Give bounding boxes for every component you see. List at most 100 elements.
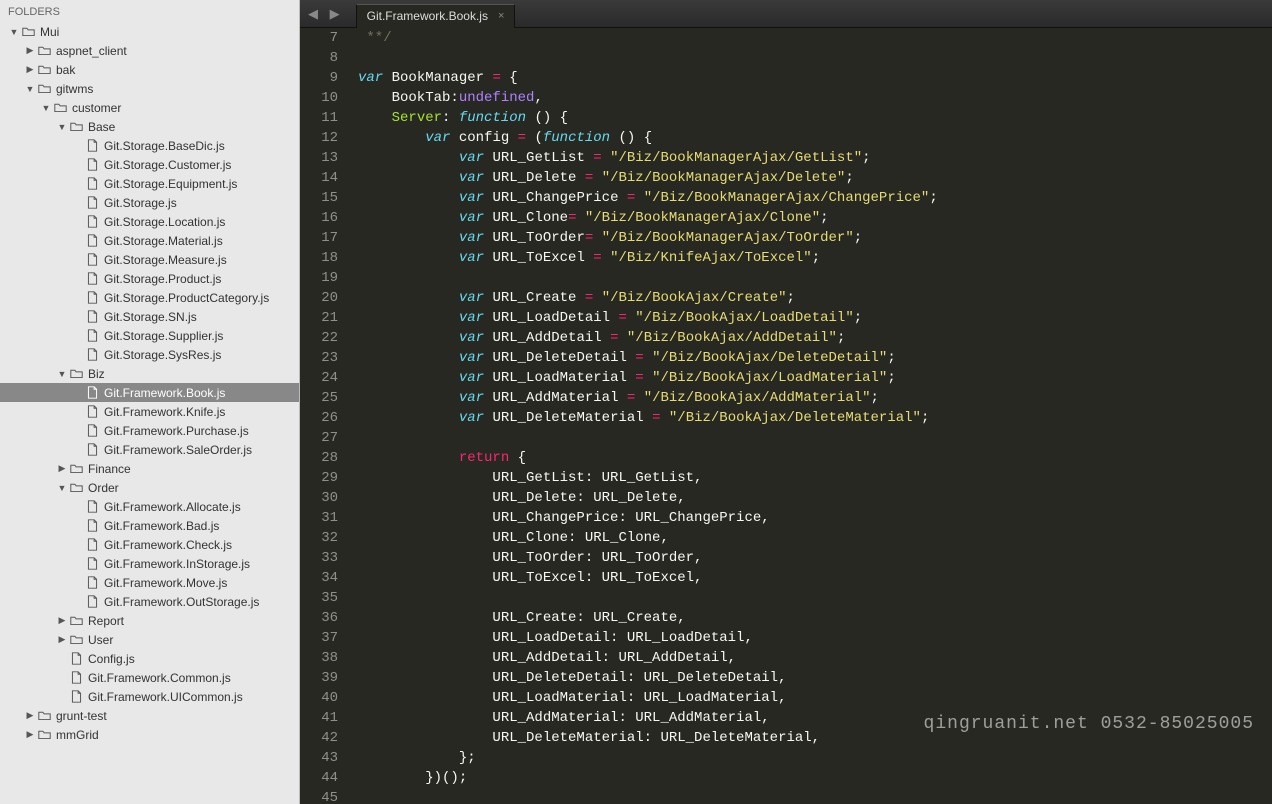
file-item[interactable]: Git.Storage.Customer.js	[0, 155, 299, 174]
chevron-down-icon[interactable]: ▼	[8, 27, 20, 37]
file-item[interactable]: Git.Storage.Product.js	[0, 269, 299, 288]
code-line[interactable]: 37 URL_LoadDetail: URL_LoadDetail,	[300, 628, 1272, 648]
code-line[interactable]: 15 var URL_ChangePrice = "/Biz/BookManag…	[300, 188, 1272, 208]
code-line[interactable]: 27	[300, 428, 1272, 448]
code-line[interactable]: 16 var URL_Clone= "/Biz/BookManagerAjax/…	[300, 208, 1272, 228]
chevron-right-icon[interactable]: ▶	[24, 729, 36, 740]
code-content[interactable]: Server: function () {	[352, 108, 568, 128]
code-content[interactable]	[352, 588, 358, 608]
file-item[interactable]: Git.Storage.Location.js	[0, 212, 299, 231]
folder-item[interactable]: ▼Biz	[0, 364, 299, 383]
code-line[interactable]: 20 var URL_Create = "/Biz/BookAjax/Creat…	[300, 288, 1272, 308]
folder-item[interactable]: ▶mmGrid	[0, 725, 299, 744]
code-content[interactable]: var URL_DeleteDetail = "/Biz/BookAjax/De…	[352, 348, 896, 368]
code-content[interactable]: };	[352, 748, 476, 768]
code-line[interactable]: 42 URL_DeleteMaterial: URL_DeleteMateria…	[300, 728, 1272, 748]
tab-close-icon[interactable]: ×	[498, 10, 504, 22]
file-item[interactable]: Git.Storage.Supplier.js	[0, 326, 299, 345]
chevron-down-icon[interactable]: ▼	[56, 369, 68, 379]
code-line[interactable]: 10 BookTab:undefined,	[300, 88, 1272, 108]
file-item[interactable]: Config.js	[0, 649, 299, 668]
file-item[interactable]: Git.Framework.Allocate.js	[0, 497, 299, 516]
code-line[interactable]: 13 var URL_GetList = "/Biz/BookManagerAj…	[300, 148, 1272, 168]
file-item[interactable]: Git.Framework.OutStorage.js	[0, 592, 299, 611]
code-content[interactable]: var URL_LoadDetail = "/Biz/BookAjax/Load…	[352, 308, 862, 328]
code-line[interactable]: 28 return {	[300, 448, 1272, 468]
folder-item[interactable]: ▼Mui	[0, 22, 299, 41]
file-item[interactable]: Git.Framework.Bad.js	[0, 516, 299, 535]
code-line[interactable]: 7 **/	[300, 28, 1272, 48]
file-item[interactable]: Git.Framework.UICommon.js	[0, 687, 299, 706]
file-item[interactable]: Git.Framework.Move.js	[0, 573, 299, 592]
code-content[interactable]: var URL_AddMaterial = "/Biz/BookAjax/Add…	[352, 388, 879, 408]
chevron-down-icon[interactable]: ▼	[40, 103, 52, 113]
tab-active[interactable]: Git.Framework.Book.js ×	[356, 4, 516, 28]
code-line[interactable]: 45	[300, 788, 1272, 804]
code-content[interactable]	[352, 268, 358, 288]
code-content[interactable]: var URL_ChangePrice = "/Biz/BookManagerA…	[352, 188, 938, 208]
chevron-down-icon[interactable]: ▼	[56, 122, 68, 132]
chevron-down-icon[interactable]: ▼	[24, 84, 36, 94]
file-item[interactable]: Git.Framework.SaleOrder.js	[0, 440, 299, 459]
nav-arrows[interactable]: ◀ ▶	[308, 6, 356, 22]
chevron-right-icon[interactable]: ▶	[24, 64, 36, 75]
code-content[interactable]: URL_ToExcel: URL_ToExcel,	[352, 568, 702, 588]
code-content[interactable]: })();	[352, 768, 467, 788]
folder-item[interactable]: ▶aspnet_client	[0, 41, 299, 60]
code-line[interactable]: 21 var URL_LoadDetail = "/Biz/BookAjax/L…	[300, 308, 1272, 328]
code-line[interactable]: 25 var URL_AddMaterial = "/Biz/BookAjax/…	[300, 388, 1272, 408]
folder-item[interactable]: ▼Base	[0, 117, 299, 136]
folder-item[interactable]: ▼customer	[0, 98, 299, 117]
folder-item[interactable]: ▼gitwms	[0, 79, 299, 98]
code-content[interactable]: URL_Create: URL_Create,	[352, 608, 686, 628]
code-content[interactable]: return {	[352, 448, 526, 468]
file-item[interactable]: Git.Storage.js	[0, 193, 299, 212]
code-line[interactable]: 36 URL_Create: URL_Create,	[300, 608, 1272, 628]
code-content[interactable]: URL_AddMaterial: URL_AddMaterial,	[352, 708, 770, 728]
code-line[interactable]: 44 })();	[300, 768, 1272, 788]
code-line[interactable]: 12 var config = (function () {	[300, 128, 1272, 148]
code-content[interactable]: URL_Delete: URL_Delete,	[352, 488, 686, 508]
code-content[interactable]: URL_AddDetail: URL_AddDetail,	[352, 648, 736, 668]
code-line[interactable]: 40 URL_LoadMaterial: URL_LoadMaterial,	[300, 688, 1272, 708]
code-line[interactable]: 9var BookManager = {	[300, 68, 1272, 88]
chevron-down-icon[interactable]: ▼	[56, 483, 68, 493]
folder-item[interactable]: ▶Finance	[0, 459, 299, 478]
file-item[interactable]: Git.Framework.Purchase.js	[0, 421, 299, 440]
code-content[interactable]: URL_LoadDetail: URL_LoadDetail,	[352, 628, 753, 648]
code-line[interactable]: 17 var URL_ToOrder= "/Biz/BookManagerAja…	[300, 228, 1272, 248]
code-content[interactable]: URL_Clone: URL_Clone,	[352, 528, 669, 548]
code-content[interactable]: var URL_ToOrder= "/Biz/BookManagerAjax/T…	[352, 228, 862, 248]
chevron-right-icon[interactable]: ▶	[24, 45, 36, 56]
code-line[interactable]: 43 };	[300, 748, 1272, 768]
file-item[interactable]: Git.Storage.SN.js	[0, 307, 299, 326]
folder-item[interactable]: ▶Report	[0, 611, 299, 630]
code-content[interactable]	[352, 428, 358, 448]
file-item[interactable]: Git.Framework.Common.js	[0, 668, 299, 687]
code-line[interactable]: 31 URL_ChangePrice: URL_ChangePrice,	[300, 508, 1272, 528]
code-line[interactable]: 35	[300, 588, 1272, 608]
code-content[interactable]: var config = (function () {	[352, 128, 652, 148]
code-line[interactable]: 26 var URL_DeleteMaterial = "/Biz/BookAj…	[300, 408, 1272, 428]
code-line[interactable]: 22 var URL_AddDetail = "/Biz/BookAjax/Ad…	[300, 328, 1272, 348]
code-line[interactable]: 24 var URL_LoadMaterial = "/Biz/BookAjax…	[300, 368, 1272, 388]
code-line[interactable]: 38 URL_AddDetail: URL_AddDetail,	[300, 648, 1272, 668]
code-content[interactable]: var URL_Create = "/Biz/BookAjax/Create";	[352, 288, 795, 308]
code-line[interactable]: 32 URL_Clone: URL_Clone,	[300, 528, 1272, 548]
code-line[interactable]: 11 Server: function () {	[300, 108, 1272, 128]
file-item[interactable]: Git.Storage.Measure.js	[0, 250, 299, 269]
code-content[interactable]: var URL_Clone= "/Biz/BookManagerAjax/Clo…	[352, 208, 829, 228]
file-item[interactable]: Git.Framework.Book.js	[0, 383, 299, 402]
code-content[interactable]: BookTab:undefined,	[352, 88, 543, 108]
code-content[interactable]	[352, 48, 358, 68]
code-content[interactable]: URL_ToOrder: URL_ToOrder,	[352, 548, 702, 568]
code-content[interactable]: URL_ChangePrice: URL_ChangePrice,	[352, 508, 770, 528]
code-content[interactable]: URL_DeleteMaterial: URL_DeleteMaterial,	[352, 728, 820, 748]
chevron-right-icon[interactable]: ▶	[56, 615, 68, 626]
chevron-right-icon[interactable]: ▶	[56, 634, 68, 645]
file-item[interactable]: Git.Storage.Material.js	[0, 231, 299, 250]
code-line[interactable]: 19	[300, 268, 1272, 288]
code-content[interactable]	[352, 788, 358, 804]
folder-item[interactable]: ▶grunt-test	[0, 706, 299, 725]
folder-item[interactable]: ▶bak	[0, 60, 299, 79]
